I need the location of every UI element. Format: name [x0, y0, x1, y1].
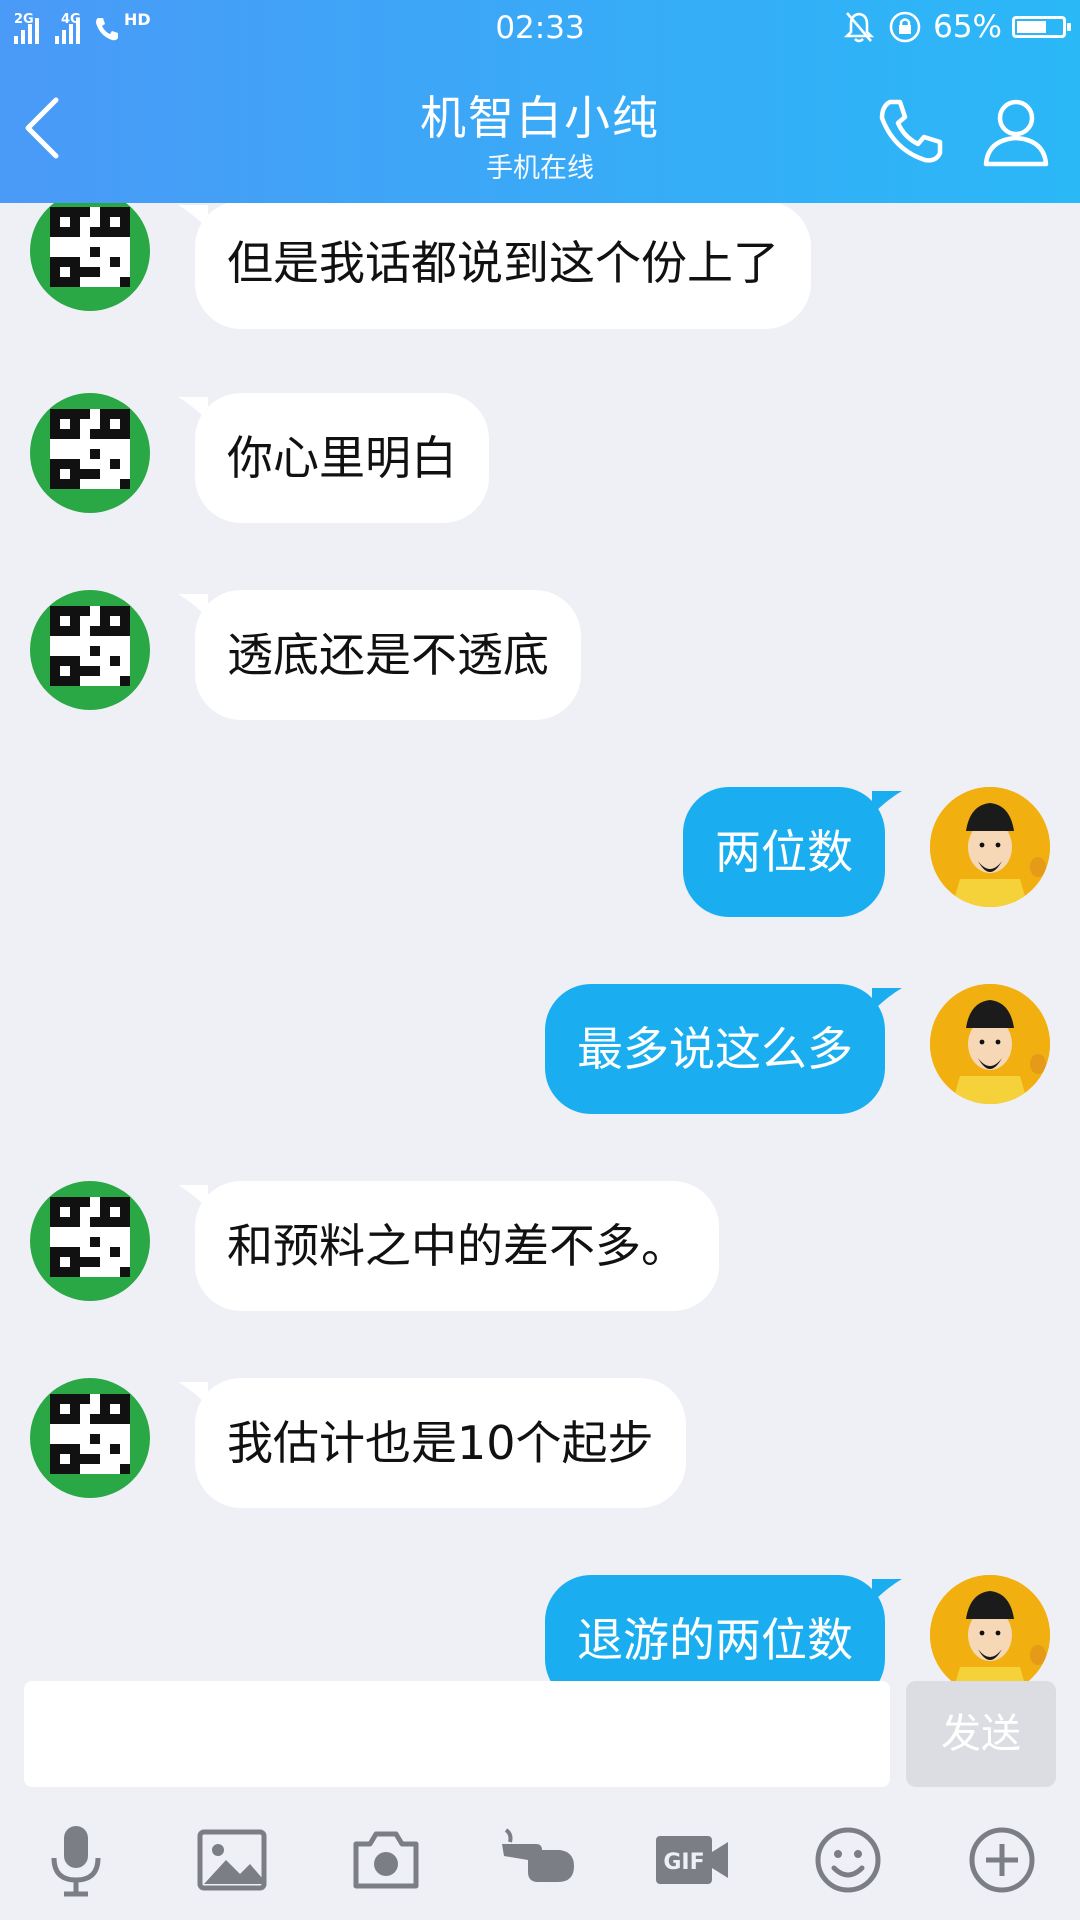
- message-row: 两位数: [0, 787, 1080, 919]
- gif-icon[interactable]: GIF: [652, 1820, 732, 1900]
- cartoon-face-icon: [930, 787, 1050, 907]
- message-bubble[interactable]: 我估计也是10个起步: [195, 1378, 686, 1508]
- camera-icon[interactable]: [346, 1820, 426, 1900]
- message-bubble[interactable]: 但是我话都说到这个份上了: [195, 203, 811, 329]
- message-row: 但是我话都说到这个份上了: [0, 203, 1080, 333]
- compose-bar: 发送: [0, 1681, 1080, 1789]
- message-bubble[interactable]: 你心里明白: [195, 393, 489, 523]
- cartoon-face-icon: [930, 984, 1050, 1104]
- send-button[interactable]: 发送: [906, 1681, 1056, 1787]
- svg-text:GIF: GIF: [663, 1850, 704, 1875]
- user-avatar[interactable]: [930, 1575, 1050, 1681]
- status-right: 65%: [841, 8, 1071, 46]
- message-bubble[interactable]: 透底还是不透底: [195, 590, 581, 720]
- compose-toolbar: GIF: [0, 1800, 1080, 1920]
- status-bar: 2G 4G HD 02:33 65%: [0, 0, 1080, 54]
- message-bubble[interactable]: 和预料之中的差不多。: [195, 1181, 719, 1311]
- chat-header: 2G 4G HD 02:33 65% 机智白小纯 手机在线: [0, 0, 1080, 203]
- contact-profile-icon[interactable]: [976, 92, 1056, 172]
- rotation-lock-icon: [889, 11, 921, 43]
- microphone-icon[interactable]: [36, 1820, 116, 1900]
- qr-avatar[interactable]: [30, 203, 150, 311]
- message-list[interactable]: 但是我话都说到这个份上了 你心里明白 透底还是不透底 两位数 最多说这么多 和预…: [0, 203, 1080, 1681]
- image-icon[interactable]: [192, 1820, 272, 1900]
- qr-code-icon: [50, 606, 130, 686]
- cartoon-face-icon: [930, 1575, 1050, 1681]
- battery-percent: 65%: [933, 9, 1002, 45]
- message-row: 和预料之中的差不多。: [0, 1181, 1080, 1313]
- qr-avatar[interactable]: [30, 393, 150, 513]
- message-row: 我估计也是10个起步: [0, 1378, 1080, 1510]
- qr-code-icon: [50, 207, 130, 287]
- qr-code-icon: [50, 1197, 130, 1277]
- user-avatar[interactable]: [930, 787, 1050, 907]
- plus-icon[interactable]: [962, 1820, 1042, 1900]
- message-row: 你心里明白: [0, 393, 1080, 525]
- user-avatar[interactable]: [930, 984, 1050, 1104]
- emoji-icon[interactable]: [808, 1820, 888, 1900]
- battery-icon: [1012, 16, 1071, 38]
- qr-code-icon: [50, 409, 130, 489]
- poke-hand-icon[interactable]: [498, 1820, 578, 1900]
- qr-avatar[interactable]: [30, 590, 150, 710]
- mute-bell-icon: [843, 12, 875, 43]
- phone-call-icon[interactable]: [870, 92, 950, 172]
- battery-fill: [1017, 21, 1046, 33]
- qr-avatar[interactable]: [30, 1181, 150, 1301]
- message-row: 最多说这么多: [0, 984, 1080, 1116]
- message-bubble[interactable]: 两位数: [683, 787, 885, 917]
- message-row: 透底还是不透底: [0, 590, 1080, 722]
- qr-avatar[interactable]: [30, 1378, 150, 1498]
- qr-code-icon: [50, 1394, 130, 1474]
- message-row: 退游的两位数: [0, 1575, 1080, 1681]
- message-bubble[interactable]: 最多说这么多: [545, 984, 885, 1114]
- message-input[interactable]: [24, 1681, 890, 1787]
- message-bubble[interactable]: 退游的两位数: [545, 1575, 885, 1681]
